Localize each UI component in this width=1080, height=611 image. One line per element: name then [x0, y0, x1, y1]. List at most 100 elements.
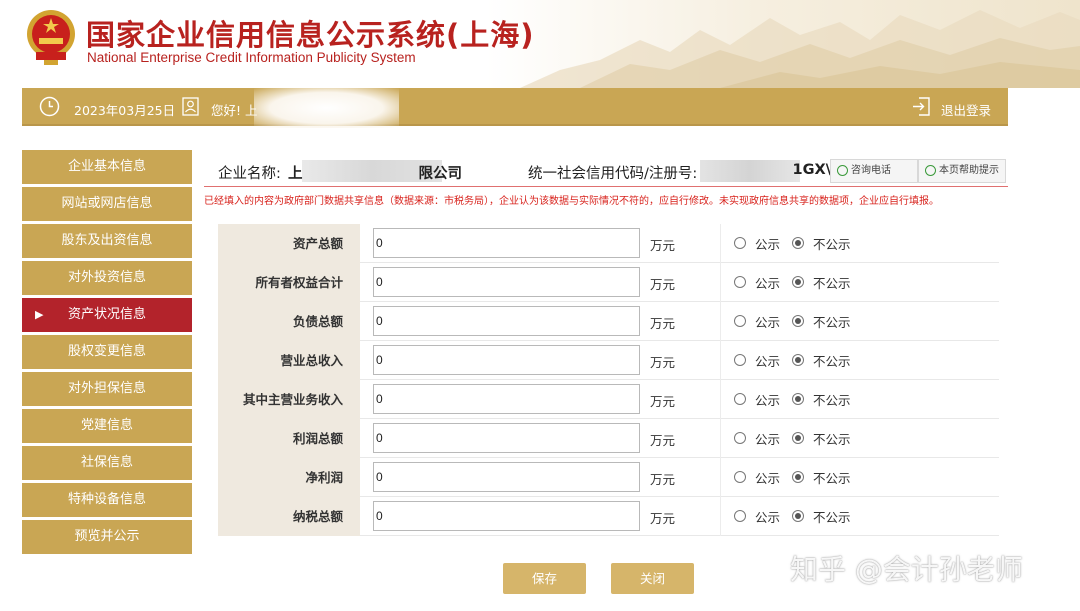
- sidebar-nav: 企业基本信息 网站或网店信息 股东及出资信息 对外投资信息 ▶ 资产状况信息 股…: [22, 150, 192, 557]
- help-icon: [925, 165, 936, 176]
- sidebar-item-party-building[interactable]: 党建信息: [22, 409, 192, 443]
- public-radio[interactable]: [734, 315, 746, 327]
- company-name-value: 上 限公司: [288, 166, 462, 182]
- public-radio[interactable]: [734, 432, 746, 444]
- total-tax-input[interactable]: 0: [373, 501, 640, 531]
- consult-phone-label: 咨询电话: [851, 165, 891, 176]
- close-button[interactable]: 关闭: [611, 563, 694, 594]
- field-label: 纳税总额: [218, 497, 360, 536]
- public-label: 公示: [755, 276, 781, 291]
- sidebar-item-label: 党建信息: [80, 418, 133, 433]
- sidebar-item-preview-publish[interactable]: 预览并公示: [22, 520, 192, 554]
- public-radio[interactable]: [734, 237, 746, 249]
- sidebar-item-label: 预览并公示: [74, 529, 140, 544]
- private-radio[interactable]: [792, 432, 804, 444]
- sidebar-item-label: 股权变更信息: [67, 344, 146, 359]
- unit-label: 万元: [650, 277, 676, 292]
- private-radio[interactable]: [792, 471, 804, 483]
- total-revenue-input[interactable]: 0: [373, 345, 640, 375]
- logout-link[interactable]: 退出登录: [941, 100, 991, 119]
- net-profit-input[interactable]: 0: [373, 462, 640, 492]
- site-header: 国家企业信用信息公示系统(上海) National Enterprise Cre…: [0, 0, 1080, 88]
- unit-label: 万元: [650, 238, 676, 253]
- sidebar-item-label: 对外担保信息: [67, 381, 146, 396]
- total-liabilities-input[interactable]: 0: [373, 306, 640, 336]
- sidebar-item-website-info[interactable]: 网站或网店信息: [22, 187, 192, 221]
- private-label: 不公示: [813, 510, 851, 525]
- private-label: 不公示: [813, 471, 851, 486]
- private-radio[interactable]: [792, 237, 804, 249]
- public-label: 公示: [755, 432, 781, 447]
- field-label: 负债总额: [218, 302, 360, 341]
- unit-label: 万元: [650, 433, 676, 448]
- sidebar-item-investment-info[interactable]: 对外投资信息: [22, 261, 192, 295]
- private-label: 不公示: [813, 315, 851, 330]
- site-subtitle-en: National Enterprise Credit Information P…: [87, 50, 416, 65]
- public-label: 公示: [755, 315, 781, 330]
- unit-label: 万元: [650, 316, 676, 331]
- sidebar-item-equity-change[interactable]: 股权变更信息: [22, 335, 192, 369]
- public-label: 公示: [755, 354, 781, 369]
- form-row-total-assets: 资产总额 0 万元 公示 不公示: [218, 224, 999, 263]
- active-arrow-icon: ▶: [35, 308, 44, 321]
- redacted-username: [254, 88, 399, 128]
- column-divider: [720, 302, 721, 341]
- sidebar-item-guarantee-info[interactable]: 对外担保信息: [22, 372, 192, 406]
- private-radio[interactable]: [792, 393, 804, 405]
- column-divider: [720, 380, 721, 419]
- field-label: 净利润: [218, 458, 360, 497]
- column-divider: [720, 341, 721, 380]
- sidebar-item-label: 股东及出资信息: [61, 233, 153, 248]
- public-label: 公示: [755, 510, 781, 525]
- header-divider: [204, 186, 1008, 187]
- unit-label: 万元: [650, 355, 676, 370]
- company-name-label: 企业名称:: [218, 166, 281, 182]
- form-row-total-revenue: 营业总收入 0 万元 公示 不公示: [218, 341, 999, 380]
- sidebar-item-social-security[interactable]: 社保信息: [22, 446, 192, 480]
- private-label: 不公示: [813, 432, 851, 447]
- field-label: 营业总收入: [218, 341, 360, 380]
- page-help-label: 本页帮助提示: [939, 165, 999, 176]
- total-profit-input[interactable]: 0: [373, 423, 640, 453]
- consult-phone-button[interactable]: 咨询电话: [830, 159, 918, 183]
- phone-icon: [837, 165, 848, 176]
- private-radio[interactable]: [792, 354, 804, 366]
- current-date: 2023年03月25日: [74, 103, 176, 118]
- field-label: 资产总额: [218, 224, 360, 263]
- field-label: 利润总额: [218, 419, 360, 458]
- column-divider: [720, 263, 721, 302]
- owners-equity-input[interactable]: 0: [373, 267, 640, 297]
- sidebar-item-basic-info[interactable]: 企业基本信息: [22, 150, 192, 184]
- credit-code-label: 统一社会信用代码/注册号:: [528, 166, 698, 182]
- logout-icon[interactable]: [912, 97, 931, 116]
- unit-label: 万元: [650, 394, 676, 409]
- form-row-total-tax: 纳税总额 0 万元 公示 不公示: [218, 497, 999, 536]
- form-row-main-business-revenue: 其中主营业务收入 0 万元 公示 不公示: [218, 380, 999, 419]
- page-help-button[interactable]: 本页帮助提示: [918, 159, 1006, 183]
- private-radio[interactable]: [792, 510, 804, 522]
- public-radio[interactable]: [734, 276, 746, 288]
- column-divider: [720, 224, 721, 263]
- main-business-revenue-input[interactable]: 0: [373, 384, 640, 414]
- sidebar-item-asset-status[interactable]: ▶ 资产状况信息: [22, 298, 192, 332]
- national-emblem-icon: [27, 10, 75, 65]
- private-radio[interactable]: [792, 276, 804, 288]
- public-radio[interactable]: [734, 354, 746, 366]
- sidebar-item-label: 资产状况信息: [67, 307, 146, 322]
- sidebar-item-special-equipment[interactable]: 特种设备信息: [22, 483, 192, 517]
- user-greeting: 您好! 上: [211, 103, 258, 118]
- company-info-line: 企业名称: 上 限公司 统一社会信用代码/注册号: 1GX\ 咨询电话 本页帮助…: [218, 159, 1008, 186]
- save-button[interactable]: 保存: [503, 563, 586, 594]
- public-radio[interactable]: [734, 393, 746, 405]
- form-row-owners-equity: 所有者权益合计 0 万元 公示 不公示: [218, 263, 999, 302]
- public-radio[interactable]: [734, 471, 746, 483]
- public-radio[interactable]: [734, 510, 746, 522]
- sidebar-item-label: 社保信息: [80, 455, 133, 470]
- user-icon: [182, 97, 199, 116]
- sidebar-item-shareholder-info[interactable]: 股东及出资信息: [22, 224, 192, 258]
- total-assets-input[interactable]: 0: [373, 228, 640, 258]
- top-status-bar: 2023年03月25日 您好! 上 退出登录: [22, 88, 1008, 128]
- sidebar-item-label: 企业基本信息: [67, 159, 146, 174]
- form-row-total-liabilities: 负债总额 0 万元 公示 不公示: [218, 302, 999, 341]
- private-radio[interactable]: [792, 315, 804, 327]
